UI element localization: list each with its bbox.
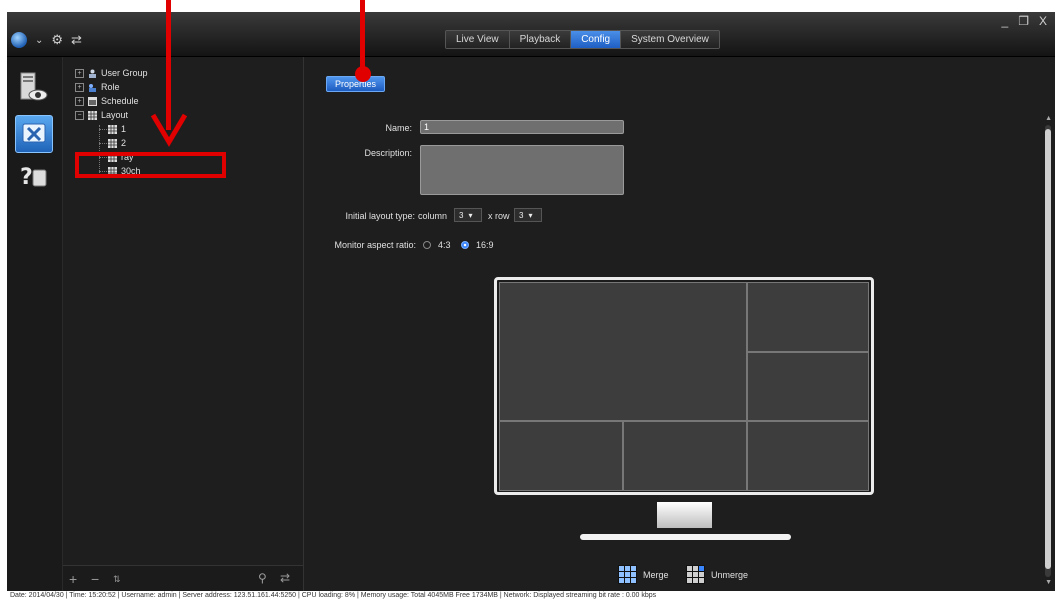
tree-item-label: User Group [101, 68, 148, 78]
aspect-radio-16-9[interactable] [461, 241, 469, 249]
tree-item-label: Layout [101, 110, 129, 120]
app-window: ⌄ ⚙ ⇄ Live View Playback Config System O… [7, 12, 1055, 592]
tree-item-layout[interactable]: − Layout [75, 110, 128, 120]
config-tools-button[interactable] [15, 115, 53, 153]
row-value: 3 [519, 210, 524, 220]
scroll-down-icon[interactable]: ▼ [1045, 579, 1052, 586]
aspect-option-label: 4:3 [438, 240, 451, 250]
layout-preview-monitor [494, 277, 874, 495]
expand-icon[interactable]: + [75, 82, 84, 92]
scroll-up-icon[interactable]: ▲ [1045, 115, 1052, 122]
row-select[interactable]: 3 ▾ [514, 208, 542, 222]
layout-type-label: Initial layout type: [345, 211, 415, 221]
column-label: column [418, 211, 448, 221]
collapse-icon[interactable]: − [75, 110, 84, 120]
connection-icon[interactable]: ⇄ [71, 32, 82, 48]
svg-text:?: ? [20, 165, 33, 190]
role-icon [89, 83, 96, 92]
tree-footer-toolbar: + − ⇅ ⚲ ⇄ [63, 565, 303, 592]
tree-item-label: 1 [121, 124, 127, 134]
tree-item-label: Role [101, 82, 120, 92]
tree-item-schedule[interactable]: + Schedule [75, 96, 139, 106]
tool-rail: ? [7, 57, 63, 592]
sort-icon[interactable]: ⇅ [113, 574, 121, 585]
monitor-stand-neck [657, 502, 712, 528]
globe-icon[interactable] [11, 32, 27, 48]
unmerge-icon [686, 565, 705, 584]
window-controls: _ ❐ X [1002, 14, 1047, 28]
layout-icon [88, 110, 97, 120]
annotation-arrow-shaft [166, 0, 171, 130]
config-panel: Properties Name: 1 Description: Initial … [304, 57, 1055, 592]
add-icon[interactable]: + [69, 571, 77, 587]
help-button[interactable]: ? [15, 159, 51, 195]
layout-cell-large[interactable] [499, 282, 747, 421]
title-bar: ⌄ ⚙ ⇄ Live View Playback Config System O… [7, 12, 1055, 57]
monitor-stand-base [580, 534, 791, 540]
layout-cell[interactable] [747, 421, 869, 491]
chevron-down-icon[interactable]: ⌄ [35, 35, 43, 46]
annotation-pointer-dot [355, 66, 371, 82]
help-icon: ? [20, 165, 47, 190]
merge-button[interactable]: Merge [618, 565, 669, 584]
server-eye-icon [20, 72, 48, 101]
tree-item-layout-2[interactable]: 2 [108, 138, 126, 148]
expand-icon[interactable]: + [75, 68, 84, 78]
description-field[interactable] [420, 145, 624, 195]
layout-cell[interactable] [747, 282, 869, 352]
status-bar: Date: 2014/04/30 | Time: 15:20:52 | User… [0, 591, 1057, 601]
aspect-option-label: 16:9 [476, 240, 494, 250]
annotation-arrow-head [150, 113, 188, 147]
minimize-button[interactable]: _ [1002, 14, 1009, 28]
schedule-icon [88, 96, 97, 106]
chevron-down-icon: ▾ [528, 210, 533, 220]
restore-button[interactable]: ❐ [1018, 14, 1029, 28]
chevron-down-icon: ▾ [468, 210, 473, 220]
tree-item-user-group[interactable]: + User Group [75, 68, 148, 78]
tree-item-role[interactable]: + Role [75, 82, 120, 92]
layout-grid-icon [108, 138, 117, 148]
tools-icon [22, 123, 46, 143]
scrollbar-thumb[interactable] [1045, 129, 1051, 569]
toolbar-icons: ⌄ ⚙ ⇄ [11, 32, 82, 48]
layout-cell[interactable] [499, 421, 623, 491]
tree-item-label: 2 [121, 138, 127, 148]
unmerge-label: Unmerge [711, 569, 749, 580]
unmerge-button[interactable]: Unmerge [686, 565, 748, 584]
user-group-icon [89, 69, 96, 78]
search-icon[interactable]: ⚲ [258, 571, 267, 585]
tab-playback[interactable]: Playback [509, 31, 572, 48]
layout-grid-icon [108, 124, 117, 134]
tree-connector [99, 143, 107, 144]
tree-connector [99, 129, 107, 130]
layout-cell[interactable] [747, 352, 869, 421]
connection-icon[interactable]: ⇄ [280, 571, 290, 585]
main-tabs: Live View Playback Config System Overvie… [445, 30, 720, 49]
aspect-radio-4-3[interactable] [423, 241, 431, 249]
column-value: 3 [459, 210, 464, 220]
annotation-highlight-box [75, 152, 226, 178]
monitor-server-button[interactable] [15, 69, 51, 105]
tree-item-layout-1[interactable]: 1 [108, 124, 126, 134]
remove-icon[interactable]: − [91, 571, 99, 587]
expand-icon[interactable]: + [75, 96, 84, 106]
settings-icon[interactable]: ⚙ [51, 32, 63, 48]
merge-icon [618, 565, 637, 584]
description-label: Description: [364, 148, 412, 158]
close-button[interactable]: X [1039, 14, 1047, 28]
aspect-ratio-label: Monitor aspect ratio: [334, 240, 416, 250]
layout-cell[interactable] [623, 421, 747, 491]
vertical-scrollbar[interactable] [1045, 125, 1051, 577]
column-select[interactable]: 3 ▾ [454, 208, 482, 222]
merge-label: Merge [643, 569, 669, 580]
annotation-pointer-line [360, 0, 365, 70]
tab-live-view[interactable]: Live View [446, 31, 510, 48]
row-label: x row [488, 211, 510, 221]
tree-item-label: Schedule [101, 96, 139, 106]
tab-system-overview[interactable]: System Overview [621, 31, 719, 48]
tab-config[interactable]: Config [571, 31, 622, 48]
name-field[interactable]: 1 [420, 120, 624, 134]
name-label: Name: [385, 123, 412, 133]
